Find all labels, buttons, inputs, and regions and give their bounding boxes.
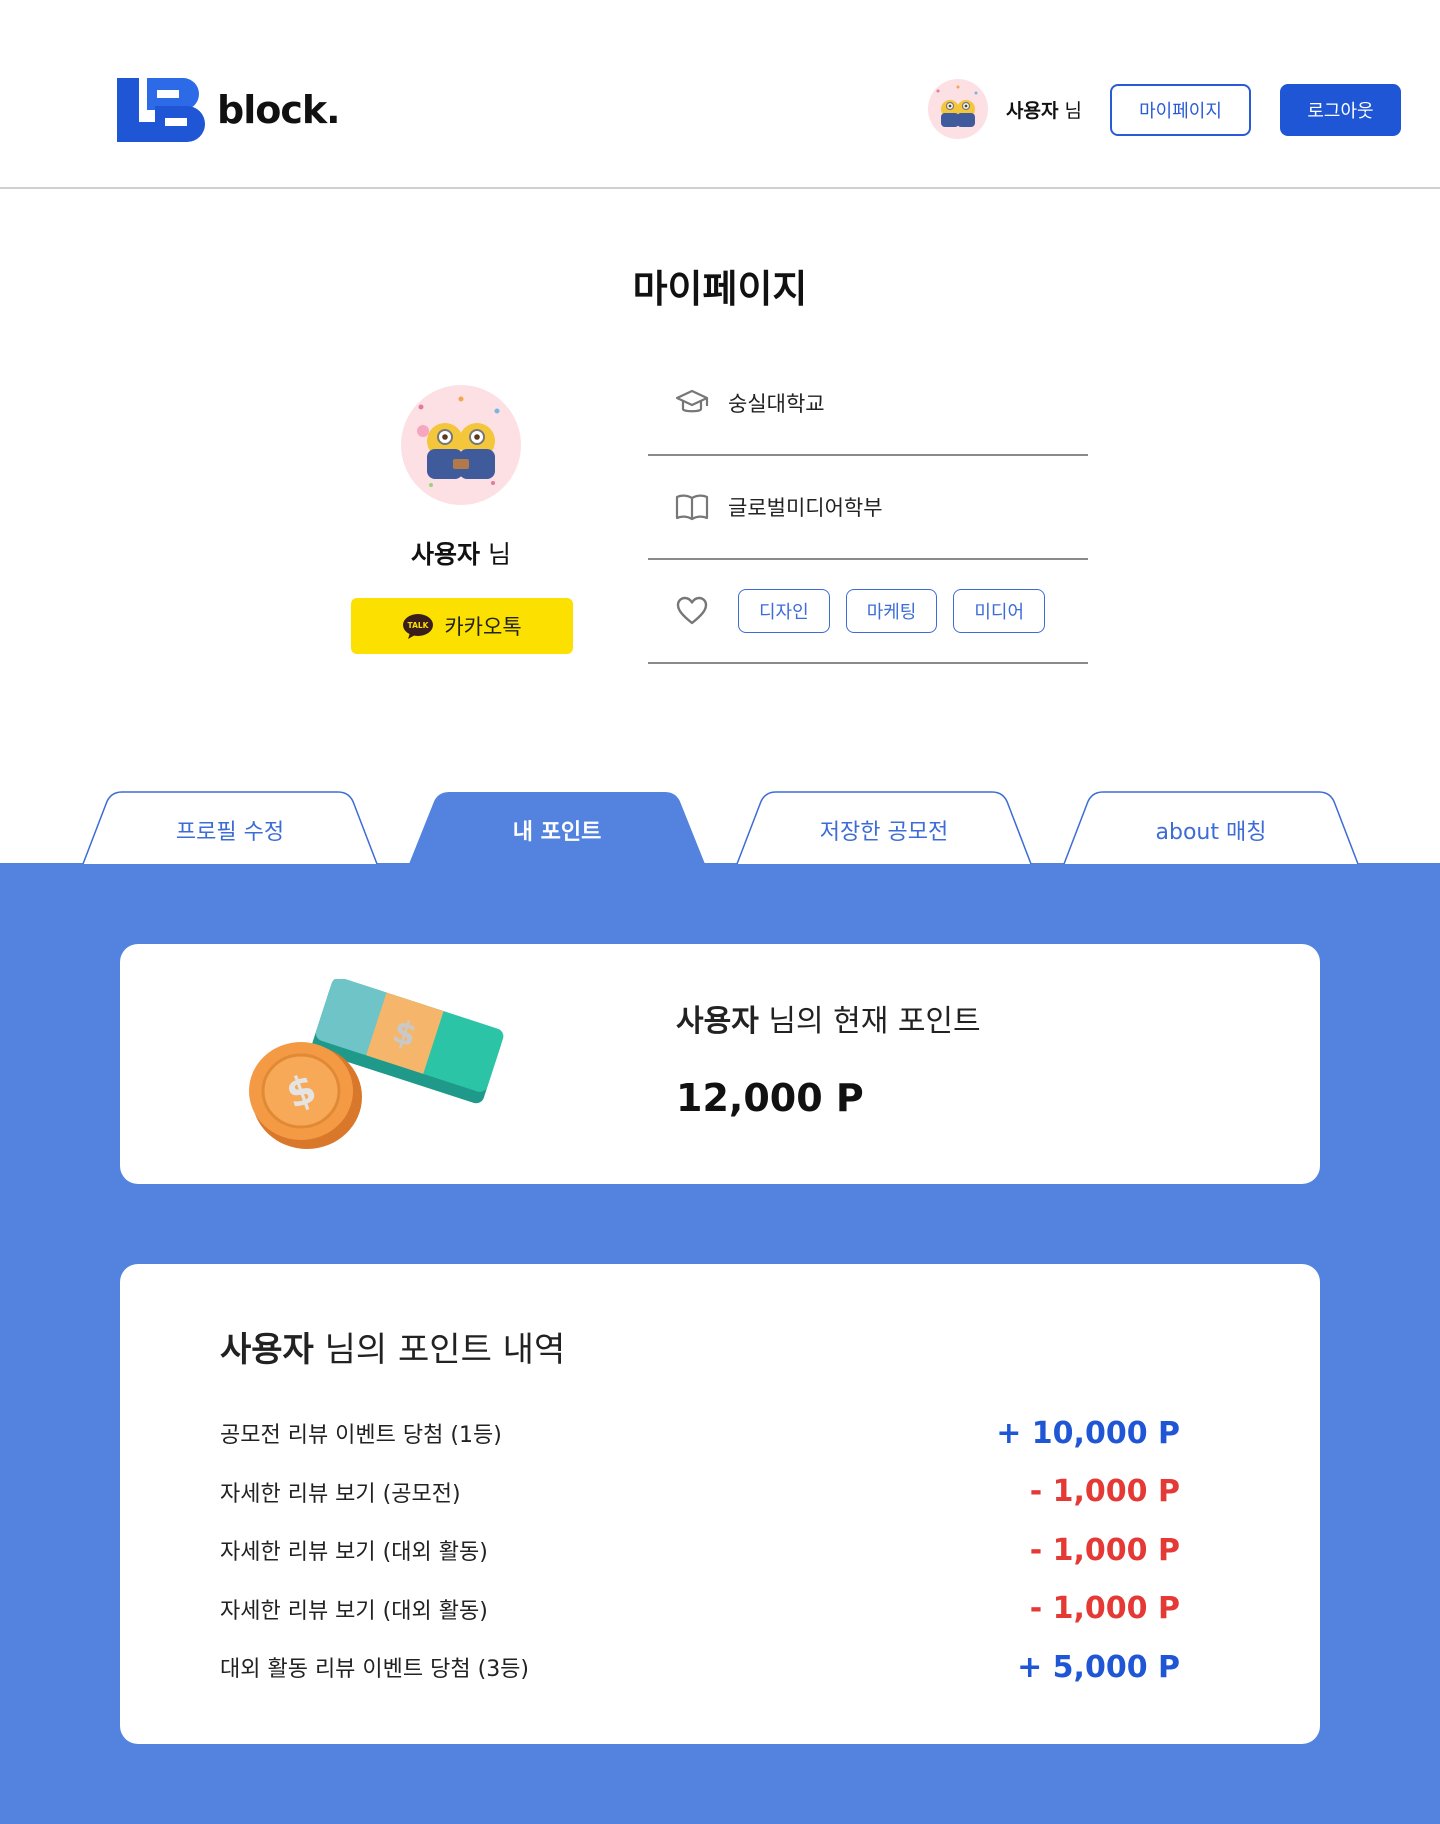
tab-saved-contests[interactable]: 저장한 공모전 bbox=[736, 790, 1032, 864]
points-history-card: 사용자 님의 포인트 내역 공모전 리뷰 이벤트 당첨 (1등) + 10,000… bbox=[120, 1264, 1320, 1744]
tab-edit-profile[interactable]: 프로필 수정 bbox=[82, 790, 378, 864]
username-text: 사용자 bbox=[1006, 100, 1059, 122]
points-user: 사용자 bbox=[676, 1004, 759, 1039]
history-user: 사용자 bbox=[220, 1330, 314, 1370]
current-points-value: 12,000 P bbox=[676, 1076, 864, 1120]
history-amount: - 1,000 P bbox=[1029, 1591, 1180, 1627]
page-title: 마이페이지 bbox=[632, 267, 808, 311]
profile-name-text: 사용자 bbox=[411, 540, 481, 569]
points-label-suffix: 님의 현재 포인트 bbox=[768, 1004, 981, 1039]
major-row: 글로벌미디어학부 bbox=[648, 456, 1088, 560]
school-row: 숭실대학교 bbox=[648, 352, 1088, 456]
history-title-suffix: 님의 포인트 내역 bbox=[324, 1330, 566, 1370]
profile-name: 사용자 님 bbox=[361, 535, 561, 571]
header-avatar[interactable] bbox=[928, 79, 988, 139]
username-suffix: 님 bbox=[1064, 100, 1082, 122]
history-amount: - 1,000 P bbox=[1029, 1474, 1180, 1510]
logout-button[interactable]: 로그아웃 bbox=[1280, 84, 1401, 136]
tab-my-points[interactable]: 내 포인트 bbox=[409, 790, 705, 864]
history-row: 자세한 리뷰 보기 (공모전) - 1,000 P bbox=[220, 1463, 1180, 1522]
history-amount: - 1,000 P bbox=[1029, 1532, 1180, 1568]
header-username: 사용자 님 bbox=[1006, 96, 1082, 123]
interest-tag[interactable]: 미디어 bbox=[953, 589, 1046, 633]
current-points-label: 사용자 님의 현재 포인트 bbox=[676, 996, 981, 1040]
history-row: 자세한 리뷰 보기 (대외 활동) - 1,000 P bbox=[220, 1580, 1180, 1639]
graduation-cap-icon bbox=[672, 383, 712, 423]
history-row: 자세한 리뷰 보기 (대외 활동) - 1,000 P bbox=[220, 1521, 1180, 1580]
profile-name-suffix: 님 bbox=[487, 540, 511, 569]
tab-bar: 프로필 수정 내 포인트 저장한 공모전 about 매칭 bbox=[0, 790, 1440, 864]
tab-label: 내 포인트 bbox=[512, 820, 602, 845]
history-row: 공모전 리뷰 이벤트 당첨 (1등) + 10,000 P bbox=[220, 1404, 1180, 1463]
interest-row: 디자인 마케팅 미디어 bbox=[648, 560, 1088, 664]
history-amount: + 5,000 P bbox=[1017, 1649, 1180, 1685]
history-amount: + 10,000 P bbox=[996, 1415, 1180, 1451]
history-desc: 자세한 리뷰 보기 (대외 활동) bbox=[220, 1598, 488, 1624]
kakao-label: 카카오톡 bbox=[444, 615, 522, 639]
history-desc: 대외 활동 리뷰 이벤트 당첨 (3등) bbox=[220, 1657, 530, 1683]
tab-label: about 매칭 bbox=[1155, 820, 1267, 845]
mypage-button[interactable]: 마이페이지 bbox=[1110, 84, 1251, 136]
logo[interactable]: block. bbox=[117, 78, 341, 142]
history-desc: 공모전 리뷰 이벤트 당첨 (1등) bbox=[220, 1423, 502, 1449]
history-list: 공모전 리뷰 이벤트 당첨 (1등) + 10,000 P 자세한 리뷰 보기 (공… bbox=[220, 1404, 1180, 1697]
avatar-image bbox=[401, 385, 521, 505]
history-row: 대외 활동 리뷰 이벤트 당첨 (3등) + 5,000 P bbox=[220, 1638, 1180, 1697]
history-title: 사용자 님의 포인트 내역 bbox=[220, 1322, 565, 1371]
avatar-image bbox=[928, 79, 988, 139]
school-text: 숭실대학교 bbox=[728, 392, 825, 416]
heart-icon bbox=[672, 591, 712, 631]
history-desc: 자세한 리뷰 보기 (대외 활동) bbox=[220, 1540, 488, 1566]
interest-tag[interactable]: 디자인 bbox=[738, 589, 830, 633]
top-header: block. 사용자 님 마이페이지 로그아웃 bbox=[0, 0, 1440, 189]
logo-icon bbox=[117, 78, 205, 142]
interest-tags: 디자인 마케팅 미디어 bbox=[738, 589, 1061, 633]
major-text: 글로벌미디어학부 bbox=[728, 496, 883, 520]
history-desc: 자세한 리뷰 보기 (공모전) bbox=[220, 1481, 461, 1507]
profile-avatar bbox=[401, 385, 521, 505]
kakao-talk-icon: TALK bbox=[403, 614, 434, 639]
current-points-card: $ $ 사용자 님의 현재 포인트 12,000 P bbox=[120, 944, 1320, 1184]
logo-text: block. bbox=[217, 88, 341, 132]
tab-label: 저장한 공모전 bbox=[819, 820, 949, 845]
kakao-badge-text: TALK bbox=[408, 621, 430, 630]
book-icon bbox=[672, 487, 712, 527]
kakao-button[interactable]: TALK 카카오톡 bbox=[351, 598, 573, 654]
interest-tag[interactable]: 마케팅 bbox=[845, 589, 938, 633]
tab-label: 프로필 수정 bbox=[175, 820, 285, 845]
tab-about-matching[interactable]: about 매칭 bbox=[1063, 790, 1359, 864]
money-icon: $ $ bbox=[249, 979, 504, 1149]
